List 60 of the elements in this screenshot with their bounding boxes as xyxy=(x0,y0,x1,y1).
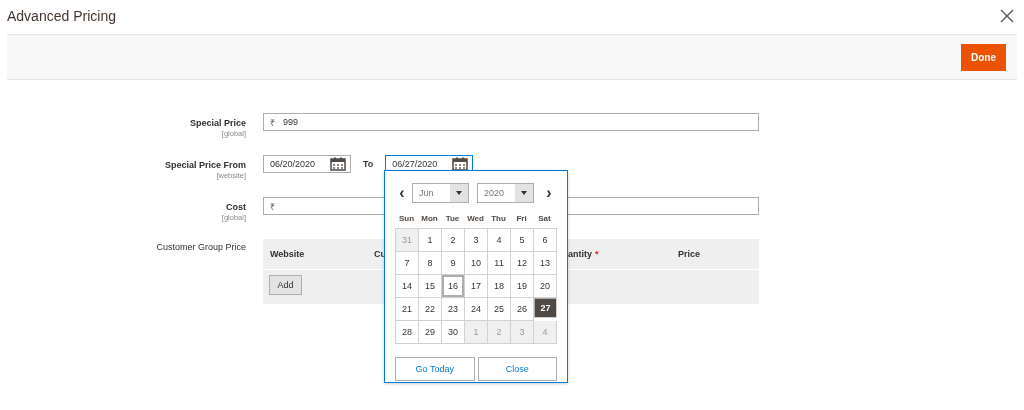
calendar-icon[interactable] xyxy=(452,157,469,171)
calendar-day[interactable]: 4 xyxy=(488,229,511,252)
weekday-label: Tue xyxy=(445,213,460,223)
column-header: antity * xyxy=(568,249,599,259)
column-header: Website xyxy=(270,249,305,259)
year-select[interactable]: 2020 xyxy=(477,183,534,203)
calendar-day[interactable]: 15 xyxy=(419,275,442,298)
calendar-day[interactable]: 29 xyxy=(419,321,442,344)
add-button[interactable]: Add xyxy=(269,275,302,295)
calendar-day[interactable]: 13 xyxy=(534,252,557,275)
date-field[interactable]: 06/20/2020 xyxy=(263,155,351,173)
caret-icon xyxy=(456,191,462,195)
weekday-label: Thu xyxy=(491,213,506,223)
done-button[interactable]: Done xyxy=(961,43,1006,71)
to-label: To xyxy=(363,159,374,169)
go-today-button[interactable]: Go Today xyxy=(395,357,475,381)
weekday-label: Wed xyxy=(467,213,484,223)
required-mark: * xyxy=(595,249,599,259)
calendar-day[interactable]: 21 xyxy=(396,298,419,321)
calendar-day[interactable]: 9 xyxy=(442,252,465,275)
calendar-day[interactable]: 27 xyxy=(534,298,557,318)
field-label: Special Price xyxy=(189,118,246,128)
field-value: 999 xyxy=(283,117,299,127)
calendar-day[interactable]: 11 xyxy=(488,252,511,275)
calendar-day[interactable]: 7 xyxy=(396,252,419,275)
close-button[interactable]: Close xyxy=(477,357,557,381)
month-select[interactable]: Jun xyxy=(412,183,469,203)
previous-month-button[interactable]: ‹ xyxy=(395,184,409,202)
calendar-day[interactable]: 12 xyxy=(511,252,534,275)
calendar-day[interactable]: 28 xyxy=(396,321,419,344)
close-icon[interactable] xyxy=(1000,9,1014,23)
calendar-day[interactable]: 8 xyxy=(419,252,442,275)
calendar-day[interactable]: 3 xyxy=(465,229,488,252)
weekday-label: Sat xyxy=(538,213,551,223)
calendar-icon[interactable] xyxy=(330,157,346,171)
calendar-day[interactable]: 14 xyxy=(396,275,419,298)
calendar-day[interactable]: 17 xyxy=(465,275,488,298)
calendar-day[interactable]: 6 xyxy=(534,229,557,252)
next-month-button[interactable]: › xyxy=(542,184,556,202)
calendar-day[interactable]: 19 xyxy=(511,275,534,298)
calendar-day[interactable]: 1 xyxy=(419,229,442,252)
weekday-label: Fri xyxy=(516,213,527,223)
calendar-day[interactable]: 10 xyxy=(465,252,488,275)
currency-symbol: ₹ xyxy=(270,200,275,213)
currency-symbol: ₹ xyxy=(270,116,275,129)
caret-icon xyxy=(521,191,527,195)
calendar-day[interactable]: 18 xyxy=(488,275,511,298)
calendar-day[interactable]: 23 xyxy=(442,298,465,321)
modal-title: Advanced Pricing xyxy=(7,8,116,24)
column-header: Price xyxy=(678,249,701,259)
field-label: Special Price From xyxy=(164,160,246,170)
field-label: Cost xyxy=(226,202,246,212)
calendar-day[interactable]: 5 xyxy=(511,229,534,252)
weekday-label: Mon xyxy=(421,213,438,223)
calendar-day[interactable]: 2 xyxy=(442,229,465,252)
field-label: Customer Group Price xyxy=(156,242,246,252)
calendar-day[interactable]: 22 xyxy=(419,298,442,321)
price-field[interactable]: ₹ 999 xyxy=(263,113,759,131)
weekday-label: Sun xyxy=(398,213,415,223)
calendar-day[interactable]: 16 xyxy=(442,275,465,298)
